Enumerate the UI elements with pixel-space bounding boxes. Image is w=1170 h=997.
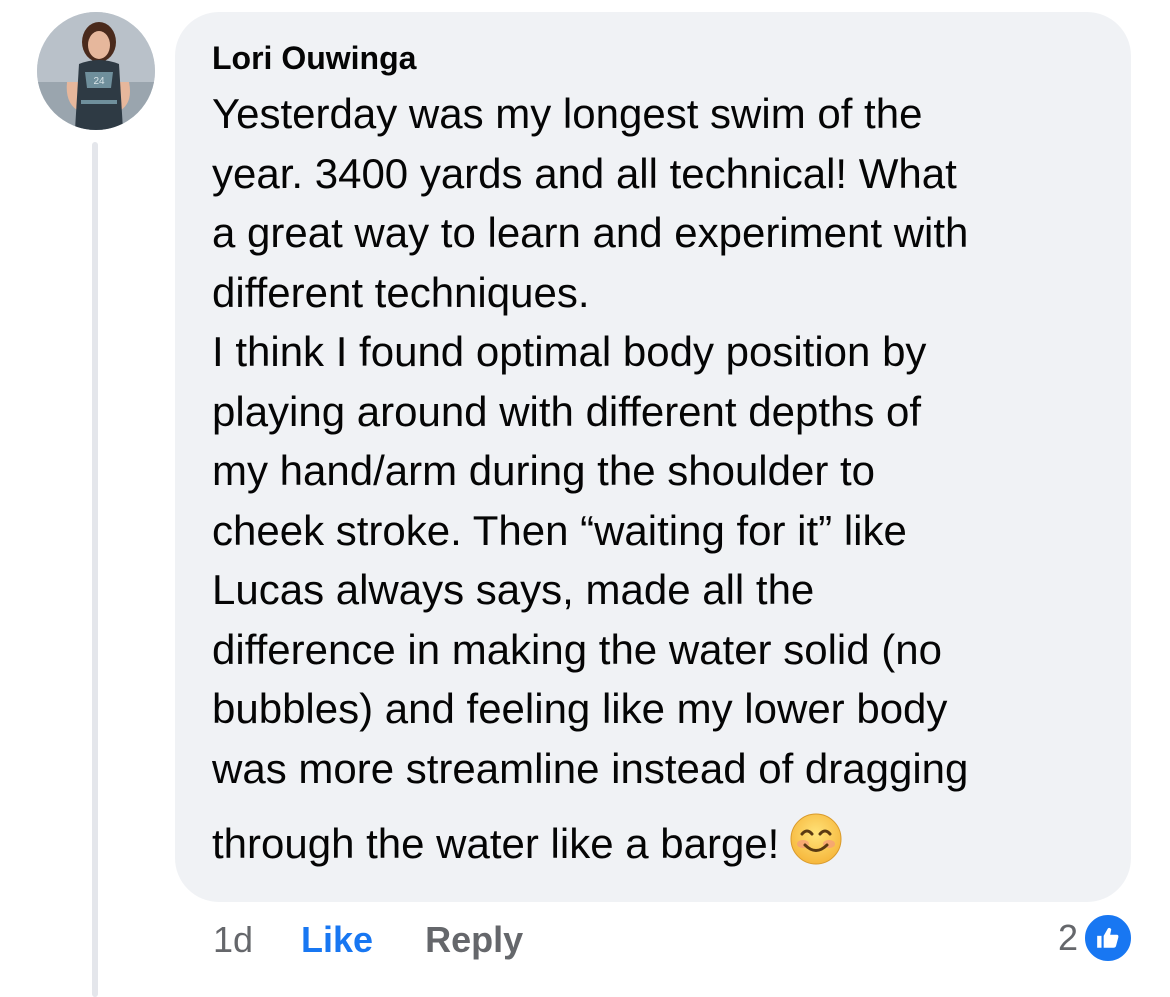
comment-last-line-text: through the water like a barge! <box>212 820 780 867</box>
comment-actions: 1d Like Reply <box>213 918 523 962</box>
like-button[interactable]: Like <box>301 918 373 962</box>
thread-connector-line <box>92 142 98 997</box>
avatar-photo: 24 <box>37 12 155 130</box>
comment-last-line: through the water like a barge! <box>212 812 1095 872</box>
avatar[interactable]: 24 <box>37 12 155 130</box>
comment-bubble: Lori Ouwinga Yesterday was my longest sw… <box>175 12 1131 902</box>
reaction-count: 2 <box>1057 917 1078 958</box>
thumbs-up-icon <box>1082 912 1134 964</box>
smiling-face-icon <box>790 813 842 865</box>
reaction-summary[interactable]: 2 <box>1057 912 1134 964</box>
reply-button[interactable]: Reply <box>425 918 523 962</box>
svg-text:24: 24 <box>93 76 105 87</box>
comment-timestamp[interactable]: 1d <box>213 918 253 962</box>
comment-author[interactable]: Lori Ouwinga <box>212 38 1095 78</box>
comment-text: Yesterday was my longest swim of the yea… <box>212 90 969 792</box>
